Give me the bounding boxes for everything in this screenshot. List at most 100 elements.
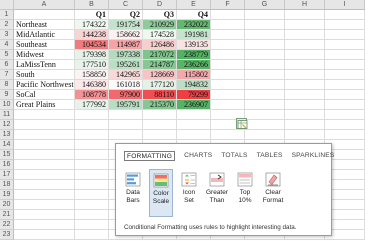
region-name-cell[interactable]: Pacific Northwest bbox=[14, 80, 75, 90]
row-header-19[interactable]: 19 bbox=[0, 190, 14, 200]
empty-cell[interactable] bbox=[245, 80, 285, 90]
empty-cell[interactable] bbox=[14, 170, 75, 180]
column-header-h[interactable]: H bbox=[285, 0, 325, 10]
empty-cell[interactable] bbox=[285, 40, 325, 50]
empty-cell[interactable] bbox=[211, 60, 245, 70]
empty-cell[interactable] bbox=[143, 130, 177, 140]
sales-value-cell[interactable]: 115802 bbox=[177, 70, 211, 80]
sales-value-cell[interactable]: 177510 bbox=[75, 60, 109, 70]
empty-cell[interactable] bbox=[325, 20, 365, 30]
row-header-7[interactable]: 7 bbox=[0, 70, 14, 80]
row-header-15[interactable]: 15 bbox=[0, 150, 14, 160]
empty-cell[interactable] bbox=[285, 120, 325, 130]
empty-cell[interactable] bbox=[75, 210, 109, 220]
region-name-cell[interactable]: Southeast bbox=[14, 40, 75, 50]
sales-value-cell[interactable]: 238779 bbox=[177, 50, 211, 60]
empty-cell[interactable] bbox=[285, 30, 325, 40]
greater-than-button[interactable]: Greater Than bbox=[205, 169, 229, 217]
empty-cell[interactable] bbox=[177, 110, 211, 120]
empty-cell[interactable] bbox=[14, 150, 75, 160]
empty-cell[interactable] bbox=[109, 130, 143, 140]
empty-cell[interactable] bbox=[14, 130, 75, 140]
empty-cell[interactable] bbox=[245, 70, 285, 80]
empty-cell[interactable] bbox=[211, 40, 245, 50]
quarter-header-cell[interactable]: Q2 bbox=[109, 10, 143, 20]
sales-value-cell[interactable]: 236266 bbox=[177, 60, 211, 70]
empty-cell[interactable] bbox=[14, 120, 75, 130]
empty-cell[interactable] bbox=[211, 80, 245, 90]
empty-cell[interactable] bbox=[75, 130, 109, 140]
empty-cell[interactable] bbox=[325, 90, 365, 100]
row-header-13[interactable]: 13 bbox=[0, 130, 14, 140]
empty-cell[interactable] bbox=[109, 120, 143, 130]
column-header-g[interactable]: G bbox=[245, 0, 285, 10]
empty-cell[interactable] bbox=[325, 60, 365, 70]
empty-cell[interactable] bbox=[14, 190, 75, 200]
empty-cell[interactable] bbox=[325, 50, 365, 60]
empty-cell[interactable] bbox=[109, 110, 143, 120]
sales-value-cell[interactable]: 174322 bbox=[75, 20, 109, 30]
tab-tables[interactable]: TABLES bbox=[257, 151, 283, 161]
sales-value-cell[interactable]: 215370 bbox=[143, 100, 177, 110]
empty-cell[interactable] bbox=[245, 10, 285, 20]
column-header-i[interactable]: I bbox=[325, 0, 365, 10]
empty-cell[interactable] bbox=[245, 30, 285, 40]
row-header-14[interactable]: 14 bbox=[0, 140, 14, 150]
row-header-8[interactable]: 8 bbox=[0, 80, 14, 90]
empty-cell[interactable] bbox=[14, 180, 75, 190]
sales-value-cell[interactable]: 104534 bbox=[75, 40, 109, 50]
data-bars-button[interactable]: Data Bars bbox=[121, 169, 145, 217]
sales-value-cell[interactable]: 158850 bbox=[75, 70, 109, 80]
row-header-12[interactable]: 12 bbox=[0, 120, 14, 130]
empty-cell[interactable] bbox=[75, 200, 109, 210]
empty-cell[interactable] bbox=[245, 40, 285, 50]
sales-value-cell[interactable]: 197338 bbox=[109, 50, 143, 60]
row-header-1[interactable]: 1 bbox=[0, 10, 14, 20]
column-header-e[interactable]: E bbox=[177, 0, 211, 10]
empty-cell[interactable] bbox=[14, 110, 75, 120]
empty-cell[interactable] bbox=[211, 100, 245, 110]
empty-cell[interactable] bbox=[325, 80, 365, 90]
sales-value-cell[interactable]: 114987 bbox=[109, 40, 143, 50]
sales-value-cell[interactable]: 177992 bbox=[75, 100, 109, 110]
column-header-f[interactable]: F bbox=[211, 0, 245, 10]
top-10-button[interactable]: Top 10% bbox=[233, 169, 257, 217]
column-header-a[interactable]: A bbox=[14, 0, 75, 10]
empty-cell[interactable] bbox=[285, 100, 325, 110]
column-header-d[interactable]: D bbox=[143, 0, 177, 10]
sales-value-cell[interactable]: 177120 bbox=[143, 80, 177, 90]
sales-value-cell[interactable]: 191754 bbox=[109, 20, 143, 30]
column-header-b[interactable]: B bbox=[75, 0, 109, 10]
empty-cell[interactable] bbox=[211, 70, 245, 80]
sales-value-cell[interactable]: 108778 bbox=[75, 90, 109, 100]
row-header-3[interactable]: 3 bbox=[0, 30, 14, 40]
empty-cell[interactable] bbox=[285, 50, 325, 60]
empty-cell[interactable] bbox=[211, 30, 245, 40]
empty-cell[interactable] bbox=[285, 20, 325, 30]
row-header-18[interactable]: 18 bbox=[0, 180, 14, 190]
row-header-21[interactable]: 21 bbox=[0, 210, 14, 220]
empty-cell[interactable] bbox=[325, 120, 365, 130]
empty-cell[interactable] bbox=[177, 120, 211, 130]
empty-cell[interactable] bbox=[245, 120, 285, 130]
color-scale-button[interactable]: Color Scale bbox=[149, 169, 173, 217]
empty-cell[interactable] bbox=[325, 30, 365, 40]
sales-value-cell[interactable]: 236907 bbox=[177, 100, 211, 110]
empty-cell[interactable] bbox=[285, 90, 325, 100]
empty-cell[interactable] bbox=[211, 20, 245, 30]
empty-cell[interactable] bbox=[245, 110, 285, 120]
region-name-cell[interactable]: Midwest bbox=[14, 50, 75, 60]
empty-cell[interactable] bbox=[245, 90, 285, 100]
sales-value-cell[interactable]: 88110 bbox=[143, 90, 177, 100]
empty-cell[interactable] bbox=[75, 180, 109, 190]
sales-value-cell[interactable]: 128669 bbox=[143, 70, 177, 80]
row-header-22[interactable]: 22 bbox=[0, 220, 14, 230]
tab-formatting[interactable]: FORMATTING bbox=[124, 151, 176, 161]
empty-cell[interactable] bbox=[285, 110, 325, 120]
sales-value-cell[interactable]: 161018 bbox=[109, 80, 143, 90]
row-header-5[interactable]: 5 bbox=[0, 50, 14, 60]
select-all-corner[interactable] bbox=[0, 0, 14, 10]
sales-value-cell[interactable]: 146380 bbox=[75, 80, 109, 90]
empty-cell[interactable] bbox=[75, 150, 109, 160]
empty-cell[interactable] bbox=[285, 10, 325, 20]
